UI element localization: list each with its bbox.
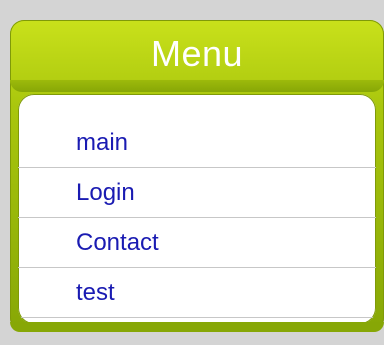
menu-item-contact[interactable]: Contact (18, 218, 376, 268)
menu-title-rim (10, 80, 384, 92)
menu-box: Menu main Login Contact test (10, 20, 384, 332)
menu-list: main Login Contact test (18, 118, 376, 318)
menu-title: Menu (150, 33, 244, 74)
menu-panel: main Login Contact test (18, 94, 376, 324)
menu-item-main[interactable]: main (18, 118, 376, 168)
menu-bottom-cap (10, 322, 384, 332)
menu-item-login[interactable]: Login (18, 168, 376, 218)
menu-item-test[interactable]: test (18, 268, 376, 318)
